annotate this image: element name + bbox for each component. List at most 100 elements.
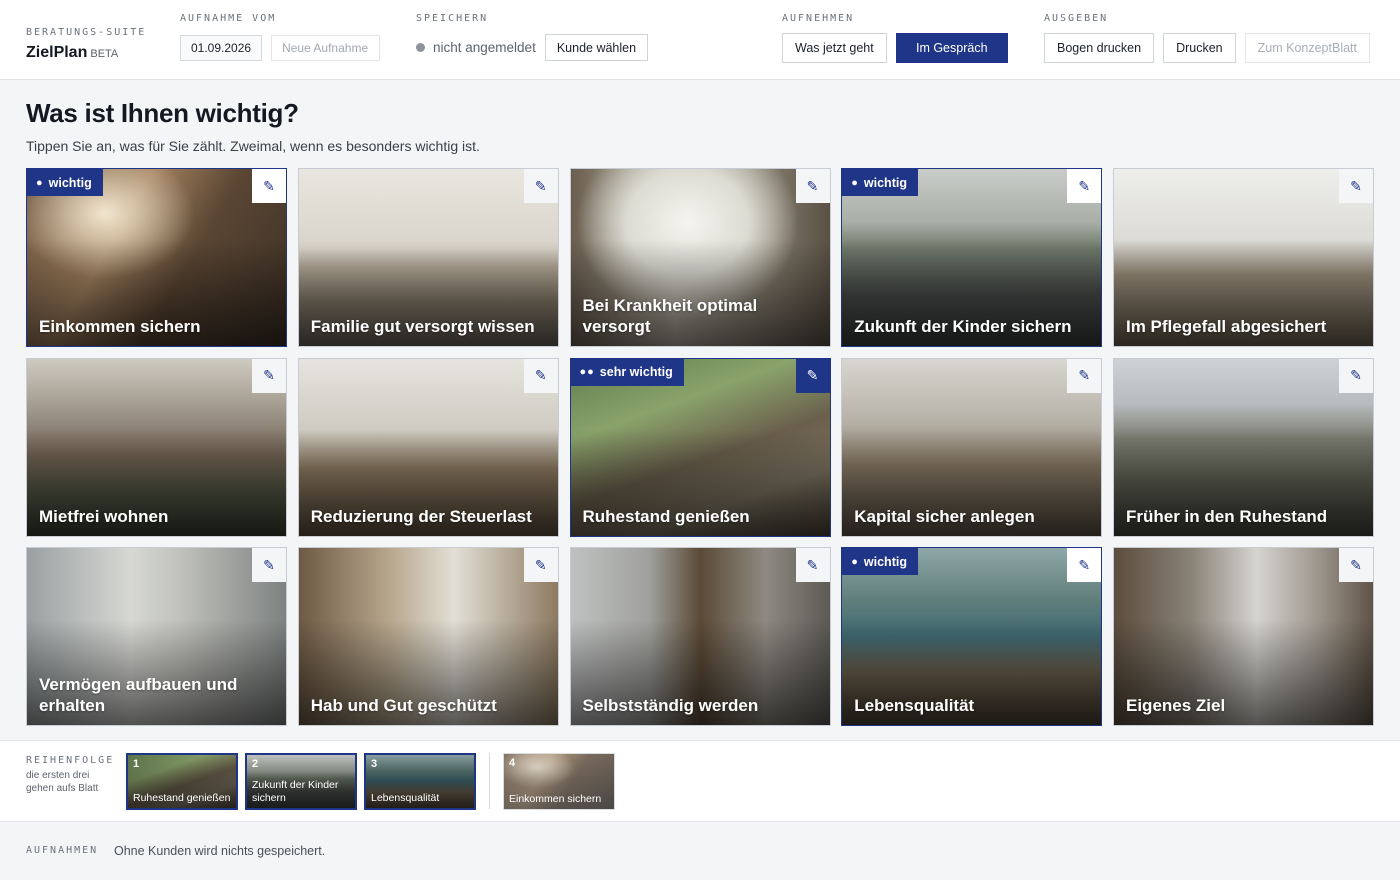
goal-label: Lebensqualität [854,696,975,715]
goal-label: Reduzierung der Steuerlast [310,506,532,526]
goal-label: Mietfrei wohnen [39,506,169,526]
order-number: 3 [371,758,378,770]
priority-dots-icon: ● [851,555,859,568]
app-title: ZielPlan [26,44,88,61]
goal-label: Zukunft der Kinder sichern [854,317,1072,336]
priority-badge: ●● sehr wichtig [570,358,684,386]
order-label: Einkommen sichern [509,793,602,805]
order-number: 4 [509,757,516,769]
order-number: 2 [252,758,259,770]
status-dot-icon [416,43,425,52]
beta-tag: BETA [90,48,119,60]
order-thumb[interactable]: 2 Zukunft der Kinder sichern [245,753,357,810]
goal-label: Hab und Gut geschützt [310,696,497,715]
order-thumb[interactable]: 1 Ruhestand genießen [126,753,238,810]
choose-client-button[interactable]: Kunde wählen [544,34,649,61]
goal-card[interactable]: ✎ Eigenes Ziel [1113,547,1374,726]
pencil-icon[interactable]: ✎ [252,358,286,393]
goal-label: Eigenes Ziel [1126,696,1226,715]
page-title: Was ist Ihnen wichtig? [26,98,299,128]
pencil-icon[interactable]: ✎ [252,169,286,203]
order-caption: REIHENFOLGE die ersten drei gehen aufs B… [26,755,116,795]
priority-label: wichtig [863,175,907,190]
app-name: ZielPlan BETA [26,44,146,62]
recordings-message: Ohne Kunden wird nichts gespeichert. [114,844,326,858]
order-label: Zukunft der Kinder sichern [252,779,339,804]
pencil-icon[interactable]: ✎ [252,548,286,582]
goal-card[interactable]: ● wichtig ✎ Einkommen sichern [26,168,287,347]
output-group: AUSGEBEN Bogen drucken Drucken Zum Konze… [1044,13,1370,63]
pencil-icon[interactable]: ✎ [1067,548,1102,582]
app-header: BERATUNGS-SUITE ZielPlan BETA AUFNAHME VO… [0,0,1400,80]
goal-card[interactable]: ✎ Vermögen aufbauen und erhalten [26,547,287,726]
new-recording-field[interactable]: Neue Aufnahme [271,34,381,61]
goal-card[interactable]: ✎ Hab und Gut geschützt [297,547,559,726]
goal-label: Kapital sicher anlegen [854,506,1035,526]
order-title: REIHENFOLGE [26,755,115,766]
goal-card[interactable]: ✎ Kapital sicher anlegen [841,357,1103,537]
order-strip: REIHENFOLGE die ersten drei gehen aufs B… [0,740,1400,822]
pencil-icon[interactable]: ✎ [795,358,830,393]
goal-card[interactable]: ✎ Selbstständig werden [569,547,831,726]
recording-group: AUFNAHME VOM 01.09.2026 Neue Aufnahme [180,13,381,61]
pencil-icon[interactable]: ✎ [523,169,558,203]
goal-card[interactable]: ✎ Früher in den Ruhestand [1113,357,1374,537]
concept-sheet-button[interactable]: Zum KonzeptBlatt [1244,32,1370,63]
capture-title: AUFNEHMEN [782,13,855,24]
priority-badge: ● wichtig [27,169,103,196]
goal-label: Früher in den Ruhestand [1126,506,1328,526]
goal-card[interactable]: ✎ Familie gut versorgt wissen [297,168,559,347]
save-group: SPEICHERN nicht angemeldet Kunde wählen [416,13,649,61]
pencil-icon[interactable]: ✎ [523,548,558,582]
goal-card[interactable]: ✎ Mietfrei wohnen [26,357,287,537]
capture-group: AUFNEHMEN Was jetzt geht Im Gespräch [782,13,1008,63]
in-talk-button[interactable]: Im Gespräch [895,32,1008,63]
print-button[interactable]: Drucken [1163,32,1236,63]
goal-label: Selbstständig werden [582,696,759,715]
brand: BERATUNGS-SUITE ZielPlan BETA [26,27,146,62]
pencil-icon[interactable]: ✎ [523,358,558,393]
goal-grid: ● wichtig ✎ Einkommen sichern ✎ Familie gut v… [26,168,1374,726]
pencil-icon[interactable]: ✎ [795,548,830,582]
order-thumb[interactable]: 3 Lebensqualität [364,753,476,810]
order-label: Ruhestand genießen [133,792,231,804]
recording-date-field[interactable]: 01.09.2026 [180,34,263,61]
login-status: nicht angemeldet [433,40,536,55]
priority-badge: ● wichtig [842,548,918,575]
output-title: AUSGEBEN [1044,13,1109,24]
priority-dots-icon: ● [36,176,44,189]
what-now-button[interactable]: Was jetzt geht [782,32,887,63]
order-thumb[interactable]: 4 Einkommen sichern [503,753,615,810]
goal-card[interactable]: ✎ Im Pflegefall abgesichert [1113,168,1374,347]
priority-label: wichtig [863,554,907,569]
pencil-icon[interactable]: ✎ [1339,169,1373,203]
priority-dots-icon: ●● [579,366,595,378]
goal-card[interactable]: ● wichtig ✎ Lebensqualität [841,547,1103,726]
priority-label: sehr wichtig [599,365,673,379]
save-title: SPEICHERN [416,13,489,24]
pencil-icon[interactable]: ✎ [1339,548,1373,582]
pencil-icon[interactable]: ✎ [1339,358,1373,393]
pencil-icon[interactable]: ✎ [1067,169,1102,203]
print-sheet-button[interactable]: Bogen drucken [1044,32,1155,63]
goal-card[interactable]: ✎ Reduzierung der Steuerlast [297,357,559,537]
pencil-icon[interactable]: ✎ [1067,358,1102,393]
pencil-icon[interactable]: ✎ [795,169,830,203]
goal-card[interactable]: ✎ Bei Krankheit optimal versorgt [569,168,831,347]
goal-label: Ruhestand genießen [582,506,750,526]
recording-title: AUFNAHME VOM [180,13,277,24]
goal-card[interactable]: ● wichtig ✎ Zukunft der Kinder sichern [841,168,1103,347]
goal-label: Im Pflegefall abgesichert [1126,317,1327,336]
priority-dots-icon: ● [851,176,859,189]
recordings-title: AUFNAHMEN [26,845,99,856]
order-divider [489,753,490,809]
goal-label: Bei Krankheit optimal versorgt [582,296,758,336]
priority-label: wichtig [48,175,92,190]
order-hint: die ersten drei gehen aufs Blatt [26,770,99,794]
page-subtitle: Tippen Sie an, was für Sie zählt. Zweima… [26,138,480,154]
order-label: Lebensqualität [371,792,440,804]
goal-label: Familie gut versorgt wissen [310,317,535,336]
recordings-footer: AUFNAHMEN Ohne Kunden wird nichts gespei… [0,822,1400,880]
order-number: 1 [133,758,140,770]
goal-card[interactable]: ●● sehr wichtig ✎ Ruhestand genießen [569,357,831,537]
